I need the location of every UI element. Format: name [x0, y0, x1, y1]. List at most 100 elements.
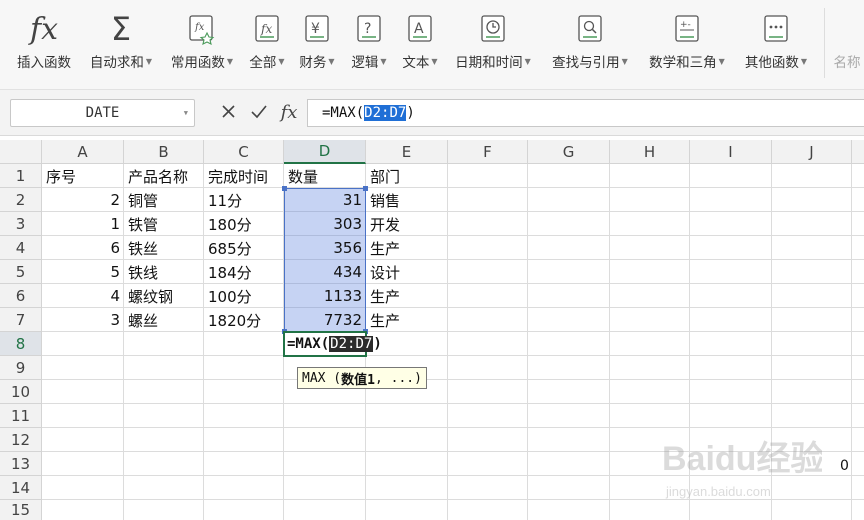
- column-header-i[interactable]: I: [690, 140, 772, 164]
- baidu-watermark: Baidu经验 jingyan.baidu.com: [662, 420, 824, 510]
- check-icon: [251, 105, 267, 119]
- chevron-down-icon: ▼: [621, 56, 628, 66]
- function-book-icon: fx: [245, 8, 289, 50]
- cell-a1[interactable]: 序号: [42, 164, 124, 188]
- math-trig-functions-button[interactable]: +- 数学和三角 ▼: [640, 0, 734, 90]
- svg-text:fx: fx: [194, 22, 205, 33]
- column-header-h[interactable]: H: [610, 140, 690, 164]
- cell-c1[interactable]: 完成时间: [204, 164, 284, 188]
- cell-b1[interactable]: 产品名称: [124, 164, 204, 188]
- row-header-12[interactable]: 12: [0, 428, 42, 452]
- cell-c6[interactable]: 100分: [204, 284, 284, 308]
- cell-c4[interactable]: 685分: [204, 236, 284, 260]
- cell-b5[interactable]: 铁线: [124, 260, 204, 284]
- chevron-down-icon: ▼: [380, 56, 387, 66]
- cell-e3[interactable]: 开发: [366, 212, 448, 236]
- cell-b2[interactable]: 铜管: [124, 188, 204, 212]
- row-header-13[interactable]: 13: [0, 452, 42, 476]
- chevron-down-icon: ▼: [226, 56, 234, 66]
- name-manager-button[interactable]: 名称: [830, 0, 864, 90]
- svg-text:A: A: [414, 21, 424, 37]
- enter-formula-button[interactable]: [248, 98, 270, 126]
- cell-edit-formula[interactable]: =MAX(D2:D7): [287, 332, 382, 356]
- column-header-f[interactable]: F: [448, 140, 528, 164]
- column-header-c[interactable]: C: [204, 140, 284, 164]
- insert-function-fx-button[interactable]: fx: [276, 98, 302, 126]
- search-doc-icon: [568, 8, 612, 50]
- date-time-functions-button[interactable]: 日期和时间 ▼: [448, 0, 538, 90]
- cell-b7[interactable]: 螺丝: [124, 308, 204, 332]
- column-header-g[interactable]: G: [528, 140, 610, 164]
- cell-d5[interactable]: 434: [284, 260, 366, 284]
- cell-b6[interactable]: 螺纹钢: [124, 284, 204, 308]
- all-functions-button[interactable]: fx 全部 ▼: [244, 0, 290, 90]
- function-signature-tooltip[interactable]: MAX (数值1, ...): [297, 367, 427, 389]
- logical-functions-button[interactable]: ? 逻辑 ▼: [344, 0, 394, 90]
- cancel-formula-button[interactable]: [218, 98, 240, 126]
- cell-d1[interactable]: 数量: [284, 164, 366, 188]
- grid-line: [527, 164, 528, 520]
- cell-d6[interactable]: 1133: [284, 284, 366, 308]
- row-header-9[interactable]: 9: [0, 356, 42, 380]
- row-header-4[interactable]: 4: [0, 236, 42, 260]
- column-header-j[interactable]: J: [772, 140, 852, 164]
- cell-d3[interactable]: 303: [284, 212, 366, 236]
- insert-function-button[interactable]: fx 插入函数: [8, 0, 80, 90]
- row-header-10[interactable]: 10: [0, 380, 42, 404]
- cell-a3[interactable]: 1: [42, 212, 124, 236]
- cell-e7[interactable]: 生产: [366, 308, 448, 332]
- ribbon-divider: [824, 8, 825, 78]
- cell-e1[interactable]: 部门: [366, 164, 448, 188]
- cell-c5[interactable]: 184分: [204, 260, 284, 284]
- cell-e5[interactable]: 设计: [366, 260, 448, 284]
- column-header-d[interactable]: D: [284, 140, 366, 164]
- cell-c7[interactable]: 1820分: [204, 308, 284, 332]
- column-header-k[interactable]: [852, 140, 864, 164]
- name-box[interactable]: DATE ▼: [10, 99, 195, 127]
- cell-d4[interactable]: 356: [284, 236, 366, 260]
- cell-c2[interactable]: 11分: [204, 188, 284, 212]
- column-header-a[interactable]: A: [42, 140, 124, 164]
- other-functions-button[interactable]: 其他函数 ▼: [738, 0, 814, 90]
- text-functions-button[interactable]: A 文本 ▼: [396, 0, 444, 90]
- row-header-8[interactable]: 8: [0, 332, 42, 356]
- grid-line: [609, 164, 610, 520]
- financial-functions-button[interactable]: ¥ 财务 ▼: [292, 0, 342, 90]
- cell-b4[interactable]: 铁丝: [124, 236, 204, 260]
- close-icon: [222, 105, 235, 118]
- row-header-2[interactable]: 2: [0, 188, 42, 212]
- cell-d2[interactable]: 31: [284, 188, 366, 212]
- watermark-url: jingyan.baidu.com: [665, 484, 771, 499]
- grid-line: [851, 164, 852, 520]
- cell-d7[interactable]: 7732: [284, 308, 366, 332]
- row-header-3[interactable]: 3: [0, 212, 42, 236]
- formula-input[interactable]: =MAX(D2:D7): [307, 99, 864, 127]
- cell-c3[interactable]: 180分: [204, 212, 284, 236]
- autosum-button[interactable]: Σ 自动求和 ▼: [82, 0, 160, 90]
- row-header-1[interactable]: 1: [0, 164, 42, 188]
- cell-e6[interactable]: 生产: [366, 284, 448, 308]
- select-all-corner[interactable]: [0, 140, 42, 164]
- column-header-b[interactable]: B: [124, 140, 204, 164]
- cell-a5[interactable]: 5: [42, 260, 124, 284]
- grid-line: [42, 355, 864, 356]
- cell-a2[interactable]: 2: [42, 188, 124, 212]
- star-function-icon: fx: [180, 8, 224, 50]
- row-header-11[interactable]: 11: [0, 404, 42, 428]
- chevron-down-icon[interactable]: ▼: [184, 109, 188, 117]
- cell-a7[interactable]: 3: [42, 308, 124, 332]
- cell-e2[interactable]: 销售: [366, 188, 448, 212]
- cell-e4[interactable]: 生产: [366, 236, 448, 260]
- common-functions-button[interactable]: fx 常用函数 ▼: [162, 0, 242, 90]
- row-header-7[interactable]: 7: [0, 308, 42, 332]
- row-header-14[interactable]: 14: [0, 476, 42, 500]
- cell-a6[interactable]: 4: [42, 284, 124, 308]
- cell-k13-partial[interactable]: 0: [840, 458, 849, 474]
- row-header-15[interactable]: 15: [0, 500, 42, 520]
- cell-a4[interactable]: 6: [42, 236, 124, 260]
- lookup-reference-functions-button[interactable]: 查找与引用 ▼: [544, 0, 636, 90]
- column-header-e[interactable]: E: [366, 140, 448, 164]
- row-header-6[interactable]: 6: [0, 284, 42, 308]
- cell-b3[interactable]: 铁管: [124, 212, 204, 236]
- row-header-5[interactable]: 5: [0, 260, 42, 284]
